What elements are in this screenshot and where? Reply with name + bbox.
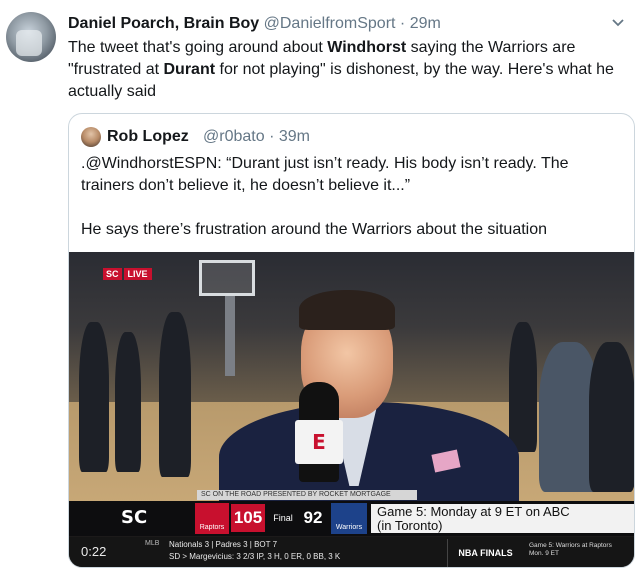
next-game-info: Game 5: Warriors at Raptors Mon. 9 ET — [529, 542, 612, 558]
game-note: Game 5: Monday at 9 ET on ABC (in Toront… — [371, 504, 634, 533]
meta-separator: · — [269, 128, 275, 145]
tweet-text-highlight: Durant — [163, 61, 216, 78]
team2-score: 92 — [303, 508, 323, 527]
tweet-text: The tweet that's going around about Wind… — [68, 37, 628, 103]
chevron-down-icon[interactable] — [610, 14, 626, 30]
author-name[interactable]: Daniel Poarch, Brain Boy — [68, 15, 259, 32]
team2-logo: Warriors — [331, 503, 367, 534]
video-timer: 0:22 — [81, 544, 107, 559]
quoted-text-line2: He says there’s frustration around the W… — [81, 221, 548, 238]
quoted-tweet[interactable]: Rob Lopez @r0bato · 39m .@WindhorstESPN:… — [68, 113, 635, 568]
video-player[interactable]: E SC LIVE SC ON THE ROAD PRESENTED BY RO… — [69, 252, 634, 567]
game-status: Final — [273, 513, 293, 523]
team1-logo: Raptors — [195, 503, 229, 534]
crowd-person — [115, 332, 141, 472]
bottom-ticker: 0:22 MLB Nationals 3 | Padres 3 | BOT 7 … — [69, 537, 634, 567]
crowd-person — [159, 312, 191, 477]
reporter — [219, 282, 519, 512]
quoted-meta: @r0bato · 39m — [203, 126, 310, 148]
game-note-line2: (in Toronto) — [377, 518, 443, 533]
team1-score: 105 — [231, 504, 265, 532]
live-bug-brand: SC — [103, 268, 122, 280]
tweet-text-highlight: Windhorst — [327, 39, 407, 56]
next-game-line1: Game 5: Warriors at Raptors — [529, 542, 612, 549]
meta-separator: · — [399, 15, 406, 32]
live-label: LIVE — [123, 268, 152, 280]
quoted-text-line1: .@WindhorstESPN: “Durant just isn’t read… — [81, 155, 569, 194]
mic-flag: E — [295, 420, 343, 464]
tweet[interactable]: Daniel Poarch, Brain Boy @DanielfromSpor… — [0, 0, 640, 574]
scorebar: SC Raptors 105 Final 92 Warriors Game 5:… — [69, 501, 634, 536]
tweet-header: Daniel Poarch, Brain Boy @DanielfromSpor… — [68, 14, 441, 34]
live-bug: SC LIVE — [103, 266, 152, 282]
quoted-text: .@WindhorstESPN: “Durant just isn’t read… — [81, 153, 626, 241]
mlb-line1: Nationals 3 | Padres 3 | BOT 7 — [169, 540, 278, 549]
next-game-line2: Mon. 9 ET — [529, 550, 559, 557]
game-note-line1: Game 5: Monday at 9 ET on ABC — [377, 504, 570, 519]
quoted-author-name: Rob Lopez — [107, 128, 189, 145]
mlb-line2: SD > Margevicius: 3 2/3 IP, 3 H, 0 ER, 0… — [169, 552, 341, 561]
quoted-time: 39m — [278, 128, 310, 145]
author-handle[interactable]: @DanielfromSport — [264, 15, 396, 32]
crowd-person — [79, 322, 109, 472]
league-label: MLB — [145, 540, 160, 547]
tweet-text-part: The tweet that's going around about — [68, 39, 328, 56]
mlb-score: Nationals 3 | Padres 3 | BOT 7 SD > Marg… — [169, 539, 340, 563]
tweet-time[interactable]: 29m — [410, 15, 441, 32]
crowd-person — [589, 342, 634, 492]
ticker-top: SC ON THE ROAD PRESENTED BY ROCKET MORTG… — [197, 490, 417, 500]
quoted-avatar — [81, 127, 101, 147]
author-avatar[interactable] — [6, 12, 56, 62]
scorebug-brand: SC — [121, 507, 148, 528]
nba-finals-logo: NBA FINALS — [447, 539, 523, 567]
quoted-handle: @r0bato — [203, 128, 265, 145]
